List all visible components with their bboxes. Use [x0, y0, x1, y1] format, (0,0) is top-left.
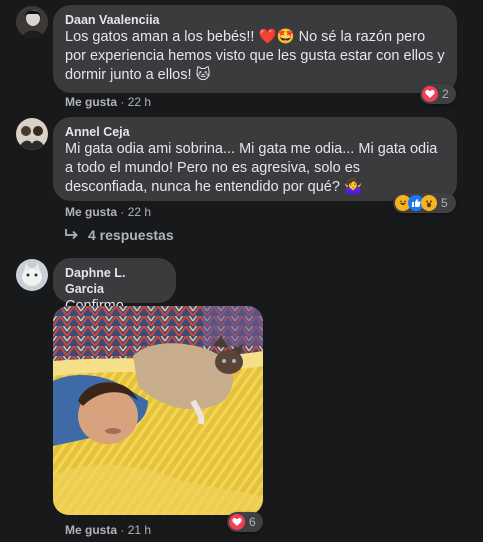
avatar-photo: [16, 259, 48, 291]
avatar[interactable]: [16, 6, 48, 38]
comment-meta: Me gusta · 21 h: [65, 523, 151, 537]
timestamp[interactable]: 21 h: [128, 523, 151, 537]
avatar[interactable]: [16, 118, 48, 150]
avatar[interactable]: [16, 259, 48, 291]
view-replies-link[interactable]: 4 respuestas: [64, 227, 174, 243]
comment-bubble: Annel Ceja Mi gata odia ami sobrina... M…: [53, 117, 457, 201]
comment-author[interactable]: Annel Ceja: [65, 124, 445, 140]
timestamp[interactable]: 22 h: [128, 95, 151, 109]
timestamp[interactable]: 22 h: [128, 205, 151, 219]
comment-text: Mi gata odia ami sobrina... Mi gata me o…: [65, 141, 438, 195]
reaction-count: 5: [441, 196, 448, 210]
wow-icon: [421, 195, 437, 211]
reply-arrow-icon: [65, 229, 78, 240]
avatar-photo: [16, 6, 48, 38]
comment-meta: Me gusta · 22 h: [65, 205, 151, 219]
comment-bubble: Daphne L. Garcia Confirmo: [53, 258, 176, 314]
separator: ·: [120, 205, 125, 219]
comment-bubble: Daan Vaalenciia Los gatos aman a los beb…: [53, 5, 457, 93]
separator: ·: [120, 523, 125, 537]
separator: ·: [120, 95, 125, 109]
reaction-summary[interactable]: 2: [420, 84, 456, 104]
comment-meta: Me gusta · 22 h: [65, 95, 151, 109]
avatar-photo: [16, 118, 48, 150]
replies-count[interactable]: 4 respuestas: [88, 227, 174, 243]
like-link[interactable]: Me gusta: [65, 95, 117, 109]
reaction-count: 2: [442, 87, 449, 101]
reaction-summary[interactable]: 5: [393, 193, 456, 213]
like-link[interactable]: Me gusta: [65, 205, 117, 219]
comment-author[interactable]: Daan Vaalenciia: [65, 12, 445, 28]
photo-baby-and-cat: [53, 306, 263, 515]
heart-icon: [422, 86, 438, 102]
like-link[interactable]: Me gusta: [65, 523, 117, 537]
comment-author[interactable]: Daphne L. Garcia: [65, 265, 164, 297]
reaction-count: 6: [249, 515, 256, 529]
reaction-summary[interactable]: 6: [227, 512, 263, 532]
comment-photo[interactable]: [53, 306, 263, 515]
comment-text: Los gatos aman a los bebés!! ❤️🤩 No sé l…: [65, 29, 445, 83]
heart-icon: [229, 514, 245, 530]
